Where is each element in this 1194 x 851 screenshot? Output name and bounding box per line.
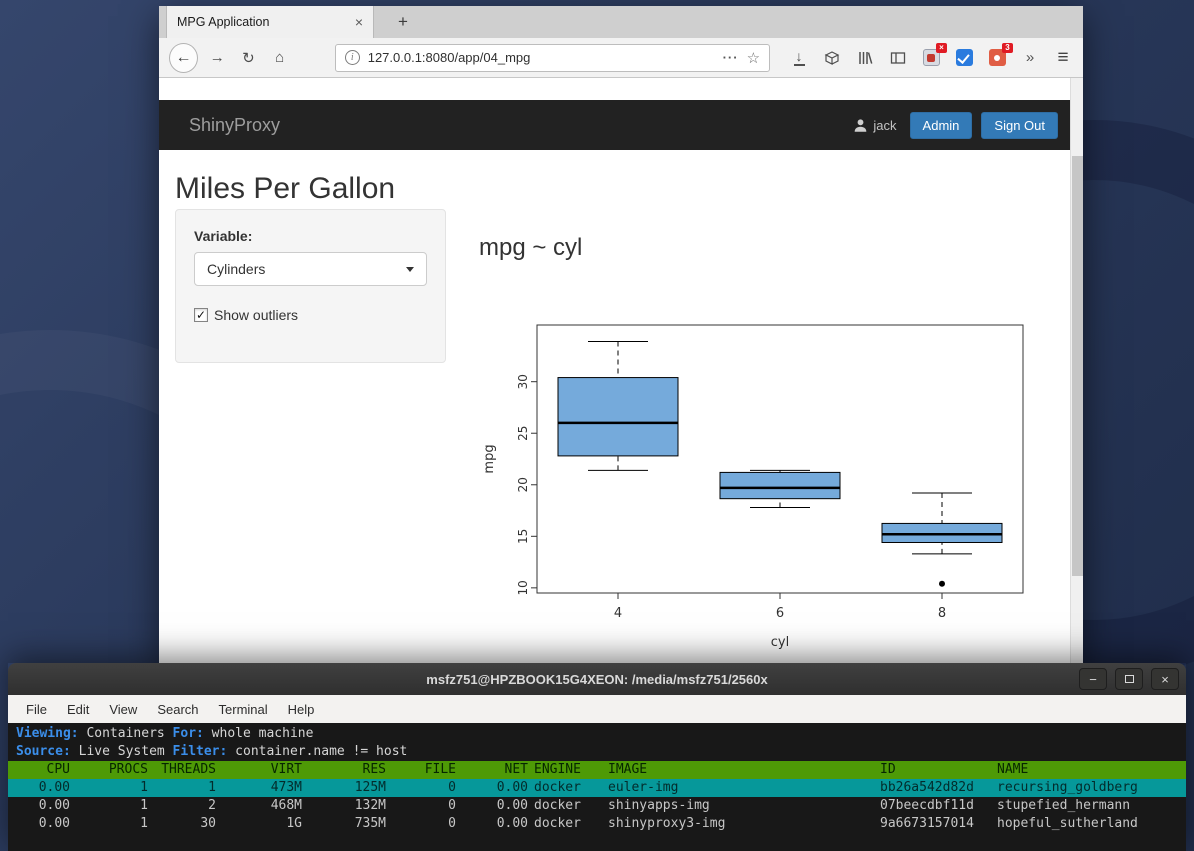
- user-icon: [855, 118, 867, 132]
- home-button[interactable]: ⌂: [268, 45, 292, 71]
- minimize-button[interactable]: −: [1079, 668, 1107, 690]
- variable-label: Variable:: [194, 228, 253, 244]
- process-table-row[interactable]: 0.00 1 30 1G 735M 0 0.00 docker shinyproxy3-img 9…: [8, 815, 1186, 833]
- show-outliers-label: Show outliers: [214, 307, 299, 323]
- screenshot-icon[interactable]: [822, 48, 842, 68]
- terminal-menu-file[interactable]: File: [16, 698, 57, 721]
- terminal-window: msfz751@HPZBOOK15G4XEON: /media/msfz751/…: [8, 663, 1186, 851]
- tab-title: MPG Application: [177, 15, 270, 29]
- chevron-down-icon: [406, 266, 414, 272]
- username: jack: [873, 117, 897, 133]
- terminal-menu-search[interactable]: Search: [147, 698, 208, 721]
- browser-tab[interactable]: MPG Application ×: [166, 6, 374, 38]
- svg-text:6: 6: [776, 606, 784, 621]
- signout-button[interactable]: Sign Out: [981, 111, 1058, 139]
- extension-icon-3[interactable]: 3: [987, 42, 1014, 68]
- svg-text:30: 30: [516, 374, 530, 389]
- svg-text:25: 25: [516, 426, 530, 441]
- terminal-status-line: Viewing: Containers For: whole machine: [16, 726, 314, 741]
- variable-select[interactable]: Cylinders: [194, 252, 427, 286]
- tab-close-icon[interactable]: ×: [355, 14, 363, 30]
- toolbar-icon-cluster: ↓ × 3 » ≡: [789, 42, 1073, 68]
- menu-icon[interactable]: ≡: [1053, 47, 1073, 68]
- terminal-titlebar[interactable]: msfz751@HPZBOOK15G4XEON: /media/msfz751/…: [8, 663, 1186, 695]
- page-scrollbar-thumb[interactable]: [1072, 156, 1083, 576]
- page-title: Miles Per Gallon: [175, 172, 396, 205]
- process-table-header: CPU PROCS THREADS VIRT RES FILE NET ENGINE IMAGE…: [8, 761, 1186, 779]
- svg-text:cyl: cyl: [771, 635, 789, 650]
- page-actions-icon[interactable]: ···: [723, 50, 739, 65]
- terminal-title: msfz751@HPZBOOK15G4XEON: /media/msfz751/…: [426, 671, 768, 687]
- maximize-button[interactable]: [1115, 668, 1143, 690]
- browser-toolbar: ← → ↻ ⌂ i 127.0.0.1:8080/app/04_mpg ··· …: [159, 38, 1083, 78]
- extension-icon-1[interactable]: ×: [921, 42, 948, 68]
- desktop: MPG Application × + ← → ↻ ⌂ i 127.0.0.1:…: [0, 0, 1194, 851]
- back-button[interactable]: ←: [169, 42, 199, 73]
- maximize-icon: [1124, 675, 1134, 683]
- shinyproxy-navbar: ShinyProxy jack Admin Sign Out: [159, 100, 1070, 150]
- terminal-status-line: Source: Live System Filter: container.na…: [16, 744, 408, 759]
- browser-viewport: ShinyProxy jack Admin Sign Out Miles Per…: [159, 78, 1083, 663]
- reload-button[interactable]: ↻: [236, 45, 260, 71]
- library-icon[interactable]: [855, 48, 875, 68]
- terminal-body[interactable]: Viewing: Containers For: whole machine So…: [8, 723, 1186, 851]
- close-button[interactable]: ×: [1151, 668, 1179, 690]
- svg-text:8: 8: [938, 606, 946, 621]
- page-scrollbar[interactable]: [1070, 78, 1083, 663]
- svg-text:4: 4: [614, 606, 622, 621]
- browser-window: MPG Application × + ← → ↻ ⌂ i 127.0.0.1:…: [159, 6, 1083, 663]
- svg-text:15: 15: [516, 529, 530, 544]
- url-text: 127.0.0.1:8080/app/04_mpg: [367, 50, 531, 65]
- show-outliers-row[interactable]: ✓ Show outliers: [194, 307, 427, 323]
- terminal-menu-terminal[interactable]: Terminal: [209, 698, 278, 721]
- sidebar-icon[interactable]: [888, 48, 908, 68]
- site-info-icon[interactable]: i: [344, 50, 360, 65]
- sidebar-panel: Variable: Cylinders ✓ Show outliers: [175, 209, 446, 363]
- show-outliers-checkbox[interactable]: ✓: [194, 308, 208, 322]
- forward-button[interactable]: →: [205, 45, 229, 71]
- terminal-menu-view[interactable]: View: [99, 698, 147, 721]
- terminal-menu-edit[interactable]: Edit: [57, 698, 99, 721]
- boxplot-chart: 10 15 20 25 30 4 6 8 cyl mpg: [477, 318, 1037, 663]
- downloads-icon[interactable]: ↓: [789, 48, 809, 68]
- terminal-menu-help[interactable]: Help: [278, 698, 325, 721]
- browser-tab-bar: MPG Application × +: [159, 6, 1083, 38]
- terminal-menubar: File Edit View Search Terminal Help: [8, 695, 1186, 723]
- brand[interactable]: ShinyProxy: [189, 100, 280, 150]
- url-bar[interactable]: i 127.0.0.1:8080/app/04_mpg ··· ☆: [334, 43, 771, 72]
- plot-title: mpg ~ cyl: [479, 234, 583, 261]
- boxplot-svg: 10 15 20 25 30 4 6 8 cyl mpg: [482, 324, 1024, 650]
- bookmark-star-icon[interactable]: ☆: [747, 49, 760, 67]
- process-table-row[interactable]: 0.00 1 1 473M 125M 0 0.00 docker euler-img bb26a5…: [8, 779, 1186, 797]
- overflow-chevron-icon[interactable]: »: [1020, 48, 1040, 68]
- svg-text:mpg: mpg: [482, 444, 497, 473]
- svg-text:10: 10: [516, 580, 530, 595]
- extension-badge: ×: [936, 42, 948, 53]
- svg-text:20: 20: [516, 477, 530, 492]
- extension-badge: 3: [1002, 42, 1014, 53]
- extension-icon-2[interactable]: [954, 48, 974, 68]
- new-tab-button[interactable]: +: [388, 6, 418, 38]
- admin-button[interactable]: Admin: [909, 111, 973, 139]
- variable-select-value: Cylinders: [207, 261, 266, 277]
- user-menu[interactable]: jack: [853, 117, 897, 133]
- process-table-row[interactable]: 0.00 1 2 468M 132M 0 0.00 docker shinyapps-img 07…: [8, 797, 1186, 815]
